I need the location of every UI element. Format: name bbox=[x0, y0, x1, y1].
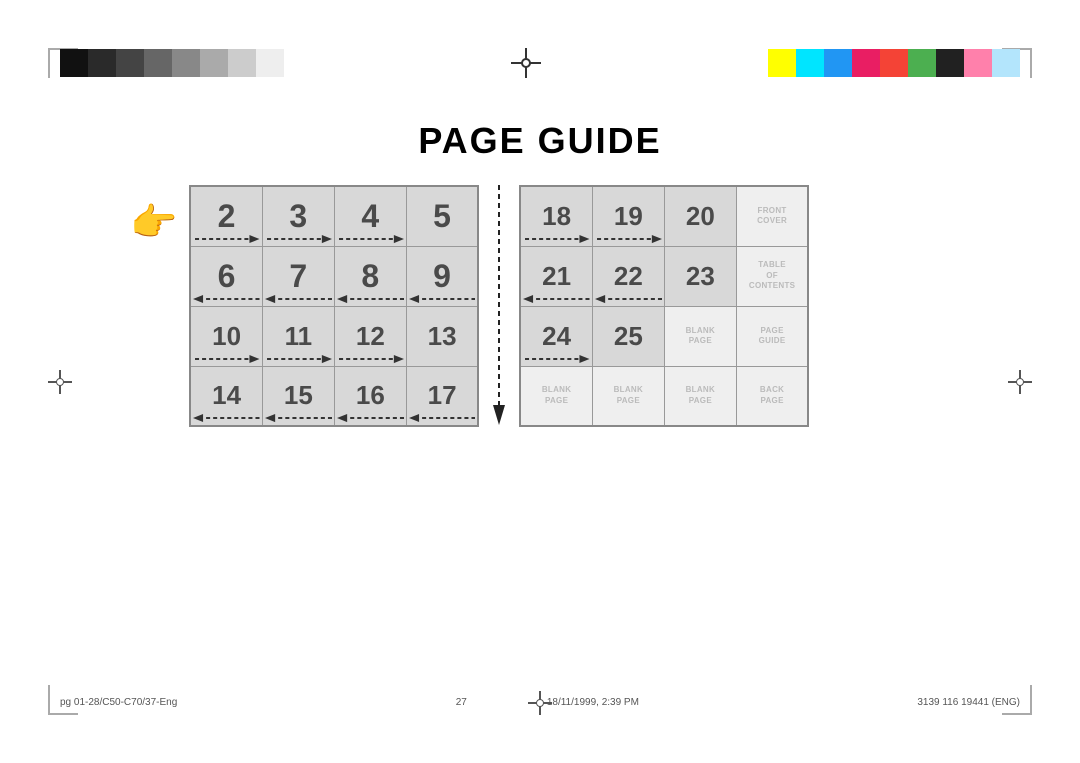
cell-14: 14 bbox=[190, 366, 262, 426]
color-strip bbox=[768, 49, 1020, 77]
right-grid: 18 19 20 bbox=[519, 185, 809, 427]
cell-25: 25 bbox=[592, 306, 664, 366]
cell-21: 21 bbox=[520, 246, 592, 306]
cell-8: 8 bbox=[334, 246, 406, 306]
crosshair-left bbox=[48, 370, 72, 394]
footer-bar: pg 01-28/C50-C70/37-Eng 27 18/11/1999, 2… bbox=[60, 697, 1020, 708]
cell-blank-page-2: BLANKPAGE bbox=[520, 366, 592, 426]
crosshair-top bbox=[511, 48, 541, 78]
cell-24: 24 bbox=[520, 306, 592, 366]
footer-right-text: 3139 116 19441 (ENG) bbox=[917, 697, 1020, 708]
footer-left-text: pg 01-28/C50-C70/37-Eng bbox=[60, 697, 177, 708]
cell-front-cover: FRONTCOVER bbox=[736, 186, 808, 246]
cell-4: 4 bbox=[334, 186, 406, 246]
cell-blank-page-4: BLANKPAGE bbox=[664, 366, 736, 426]
cell-7: 7 bbox=[262, 246, 334, 306]
cell-15: 15 bbox=[262, 366, 334, 426]
cell-back-page: BACKPAGE bbox=[736, 366, 808, 426]
vertical-separator bbox=[489, 185, 509, 425]
cell-17: 17 bbox=[406, 366, 478, 426]
cell-9: 9 bbox=[406, 246, 478, 306]
cell-20: 20 bbox=[664, 186, 736, 246]
cell-blank-page-1: BLANKPAGE bbox=[664, 306, 736, 366]
cell-12: 12 bbox=[334, 306, 406, 366]
cell-11: 11 bbox=[262, 306, 334, 366]
hand-pointer-icon: 👉 bbox=[130, 201, 177, 245]
footer-date: 18/11/1999, 2:39 PM bbox=[547, 697, 639, 708]
cell-3: 3 bbox=[262, 186, 334, 246]
cell-5: 5 bbox=[406, 186, 478, 246]
cell-2: 2 bbox=[190, 186, 262, 246]
footer-page-number: 27 bbox=[456, 697, 467, 708]
cell-table-of-contents: TABLEOFCONTENTS bbox=[736, 246, 808, 306]
crosshair-circle bbox=[521, 58, 531, 68]
page-title: PAGE GUIDE bbox=[0, 120, 1080, 162]
cell-blank-page-3: BLANKPAGE bbox=[592, 366, 664, 426]
cell-19: 19 bbox=[592, 186, 664, 246]
cell-10: 10 bbox=[190, 306, 262, 366]
cell-6: 6 bbox=[190, 246, 262, 306]
cell-23: 23 bbox=[664, 246, 736, 306]
top-bar bbox=[0, 48, 1080, 78]
left-grid: 2 3 4 bbox=[189, 185, 479, 427]
cell-13: 13 bbox=[406, 306, 478, 366]
cell-16: 16 bbox=[334, 366, 406, 426]
cell-page-guide: PAGEGUIDE bbox=[736, 306, 808, 366]
grayscale-strip bbox=[60, 49, 284, 77]
cell-22: 22 bbox=[592, 246, 664, 306]
cell-18: 18 bbox=[520, 186, 592, 246]
